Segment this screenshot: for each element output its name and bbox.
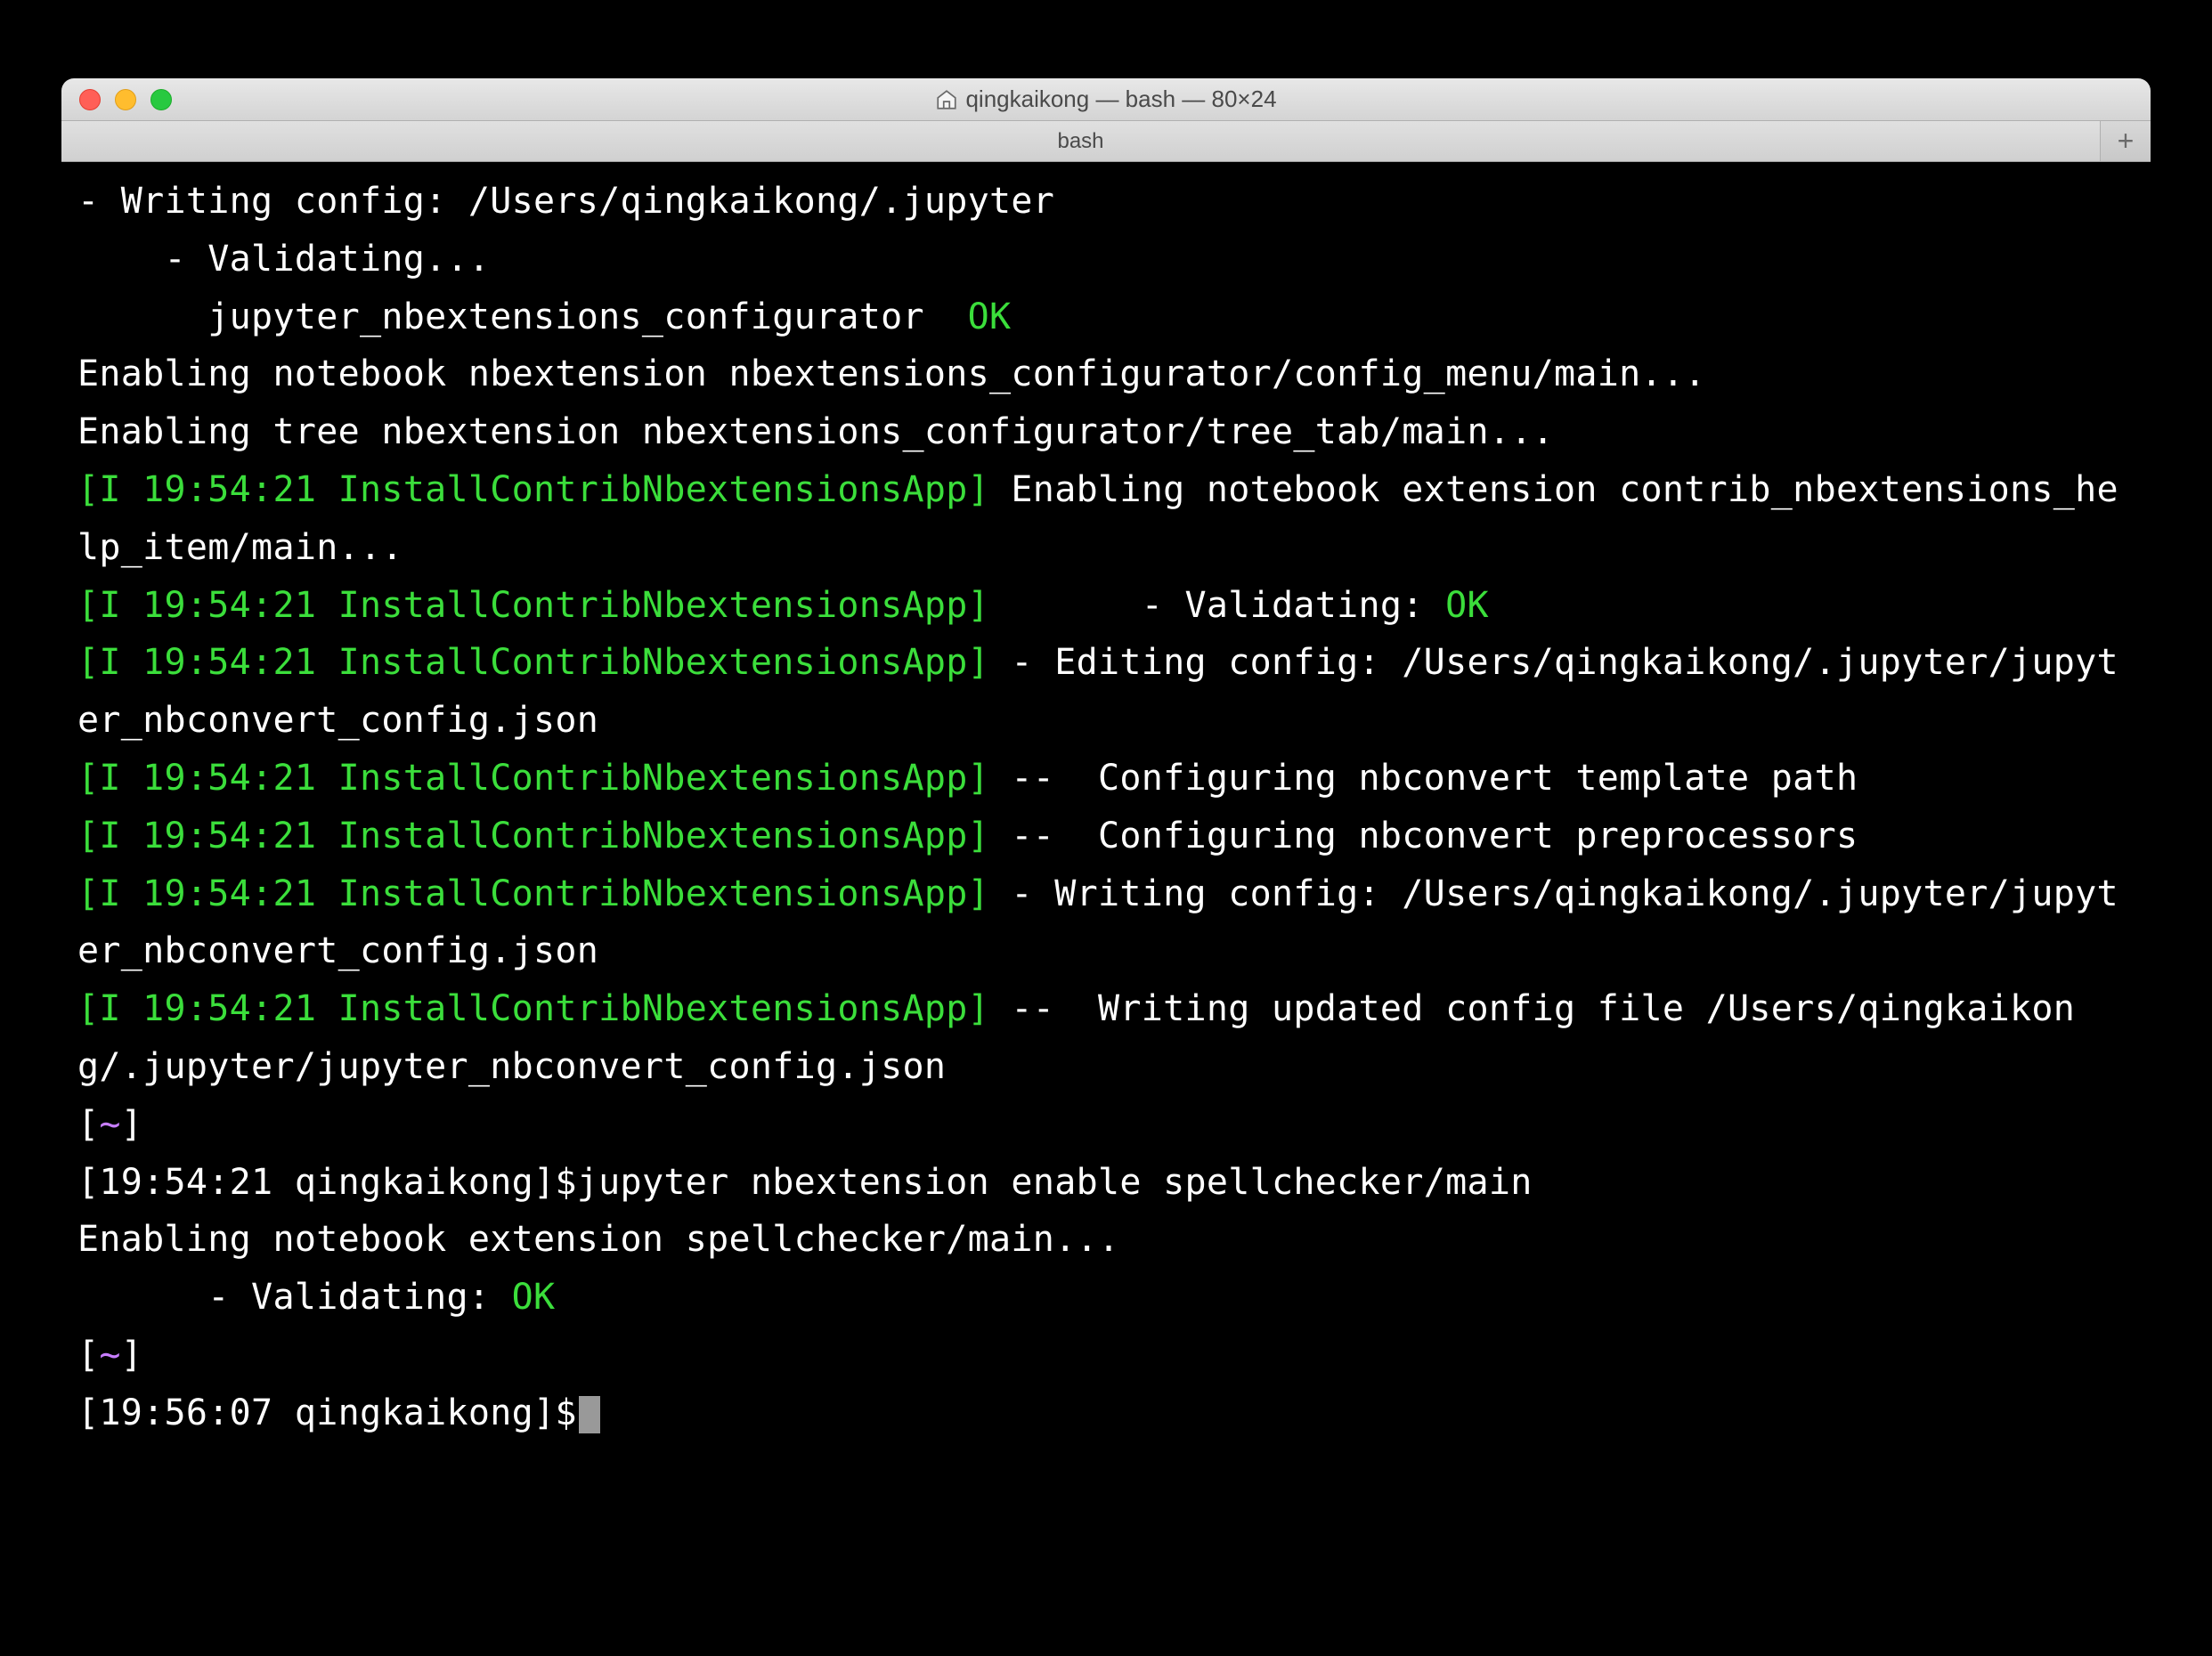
cursor-icon <box>579 1396 600 1433</box>
log-tag: [I 19:54:21 InstallContribNbextensionsAp… <box>77 642 989 683</box>
log-tag: [I 19:54:21 InstallContribNbextensionsAp… <box>77 585 989 626</box>
log-tag: [I 19:54:21 InstallContribNbextensionsAp… <box>77 873 989 914</box>
output-line: -- Configuring nbconvert template path <box>989 758 1858 799</box>
tab-bar: bash + <box>61 121 2151 162</box>
home-folder-icon <box>935 88 958 111</box>
prompt: [19:54:21 qingkaikong]$ <box>77 1162 577 1203</box>
cwd-path: ~ <box>99 1104 120 1145</box>
bracket: [ <box>77 1335 99 1376</box>
bracket: ] <box>121 1104 142 1145</box>
bracket: [ <box>77 1104 99 1145</box>
ok-status: OK <box>1445 585 1489 626</box>
ok-status: OK <box>512 1277 556 1318</box>
log-tag: [I 19:54:21 InstallContribNbextensionsAp… <box>77 758 989 799</box>
new-tab-button[interactable]: + <box>2101 121 2151 161</box>
cwd-path: ~ <box>99 1335 120 1376</box>
output-line: - Writing config: /Users/qingkaikong/.ju… <box>77 181 1054 222</box>
output-line: Enabling notebook extension spellchecker… <box>77 1219 1119 1260</box>
output-line: - Validating... <box>77 239 490 280</box>
ok-status: OK <box>946 296 1011 337</box>
log-tag: [I 19:54:21 InstallContribNbextensionsAp… <box>77 816 989 856</box>
plus-icon: + <box>2118 125 2135 158</box>
window-titlebar[interactable]: qingkaikong — bash — 80×24 <box>61 78 2151 121</box>
prompt: [19:56:07 qingkaikong]$ <box>77 1392 577 1433</box>
bracket: ] <box>121 1335 142 1376</box>
command: jupyter nbextension enable spellchecker/… <box>577 1162 1533 1203</box>
output-line: Enabling notebook nbextension nbextensio… <box>77 353 1706 394</box>
tab-label: bash <box>1057 129 1103 154</box>
log-tag: [I 19:54:21 InstallContribNbextensionsAp… <box>77 469 989 510</box>
output-line: - Validating: <box>77 1277 512 1318</box>
output-line: -- Configuring nbconvert preprocessors <box>989 816 1858 856</box>
log-tag: [I 19:54:21 InstallContribNbextensionsAp… <box>77 988 989 1029</box>
title-text: qingkaikong — bash — 80×24 <box>965 85 1276 113</box>
terminal-content[interactable]: - Writing config: /Users/qingkaikong/.ju… <box>61 162 2151 1578</box>
output-line: jupyter_nbextensions_configurator <box>77 296 946 337</box>
terminal-window: qingkaikong — bash — 80×24 bash + - Writ… <box>61 78 2151 1578</box>
output-line: - Validating: <box>989 585 1445 626</box>
tab-bash[interactable]: bash <box>61 121 2101 161</box>
window-title: qingkaikong — bash — 80×24 <box>61 85 2151 113</box>
output-line: Enabling tree nbextension nbextensions_c… <box>77 411 1554 452</box>
